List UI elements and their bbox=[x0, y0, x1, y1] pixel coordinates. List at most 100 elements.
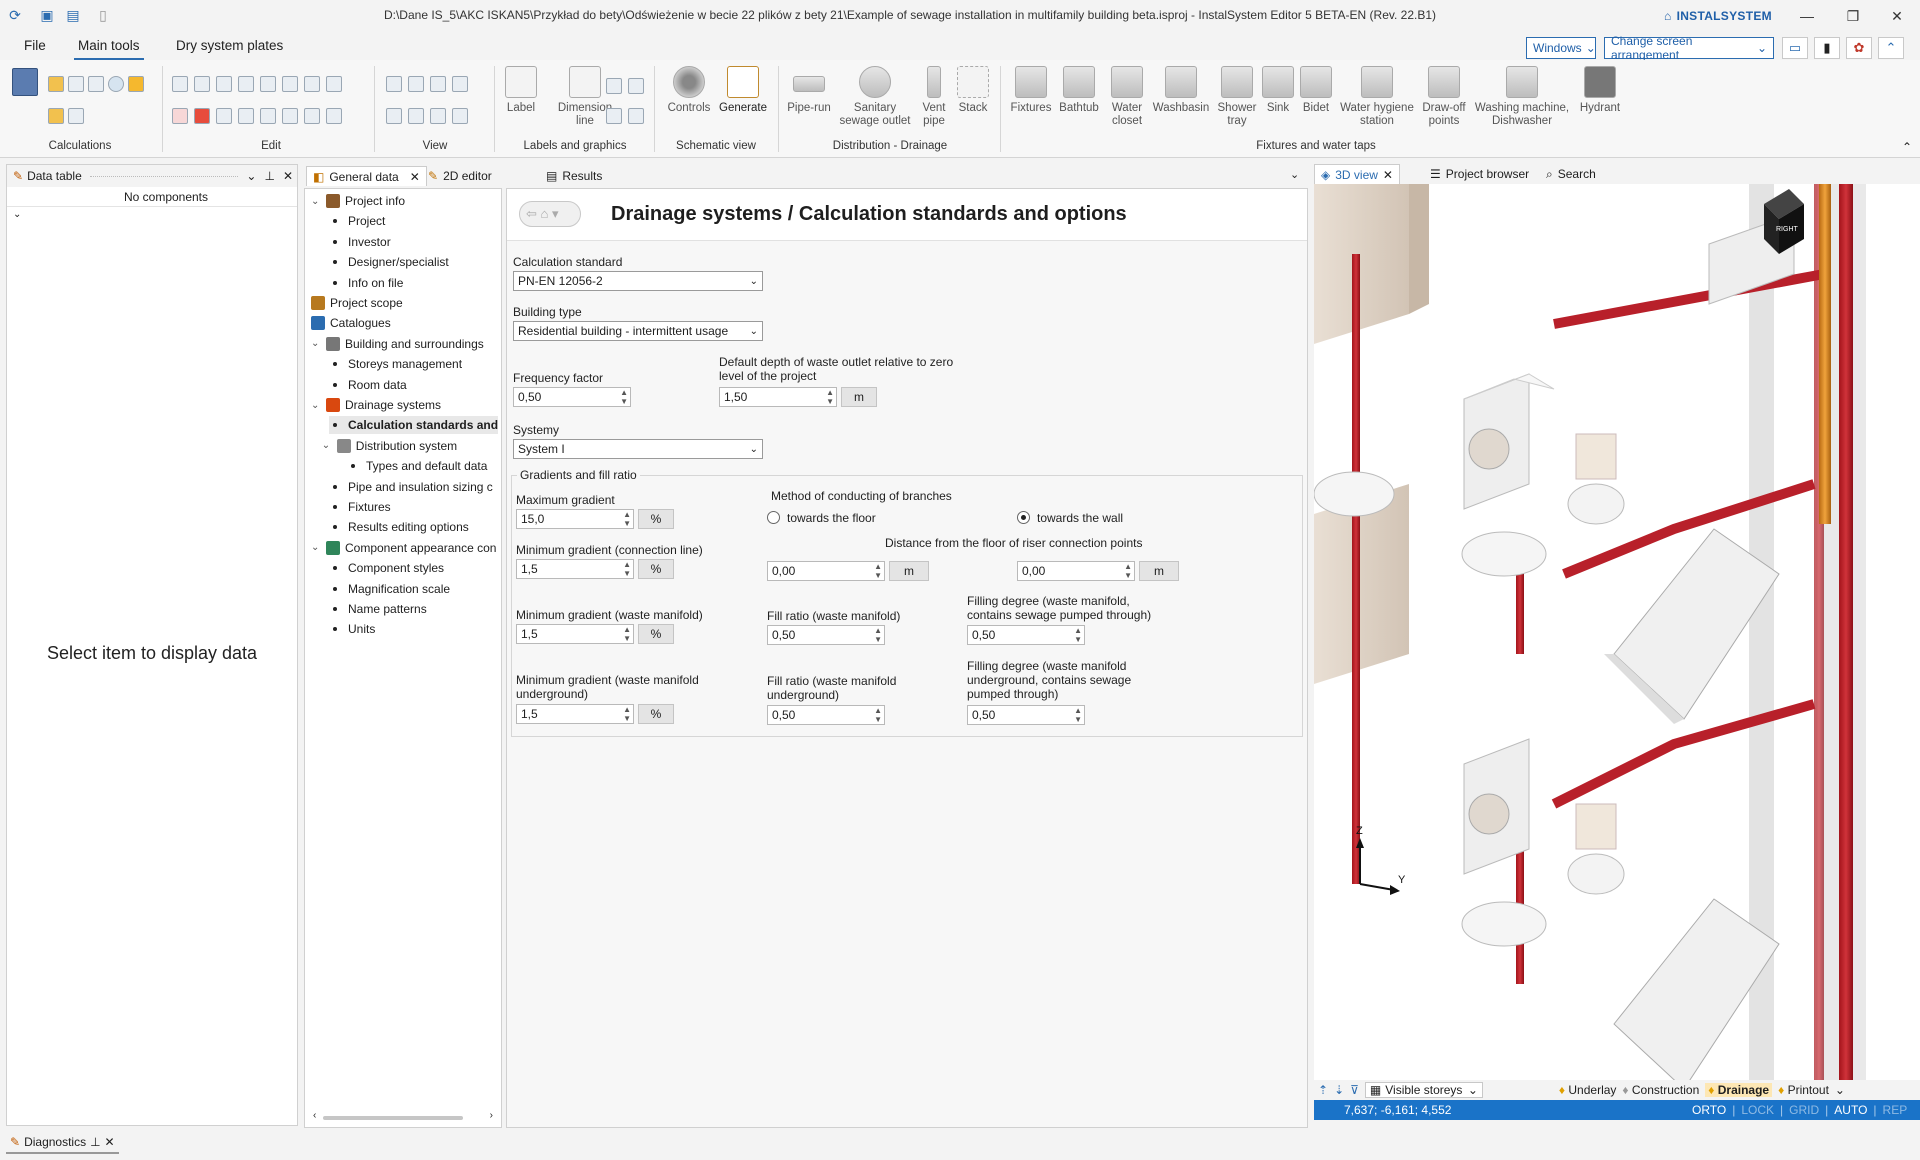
calc-tool-icon[interactable] bbox=[48, 76, 64, 92]
zoom-in-icon[interactable] bbox=[386, 76, 402, 92]
depth-input[interactable]: 1,50 ▲ ▼ bbox=[719, 387, 837, 407]
monitor-icon[interactable]: ▭ bbox=[1782, 37, 1808, 59]
water-closet-button[interactable]: Water closet bbox=[1104, 66, 1150, 128]
tab-dry-system-plates[interactable]: Dry system plates bbox=[172, 38, 287, 60]
close-icon[interactable]: ✕ bbox=[105, 1135, 115, 1149]
fill-under-input[interactable]: 0,50 ▲ ▼ bbox=[767, 705, 885, 725]
tab-3d-view[interactable]: ◈ 3D view ✕ bbox=[1314, 164, 1400, 184]
tree-item[interactable]: Storeys management bbox=[329, 355, 462, 373]
tab-project-browser[interactable]: ☰ Project browser bbox=[1424, 164, 1535, 184]
back-nav-button[interactable]: ⇦ ⌂ ▾ bbox=[519, 201, 581, 227]
chevron-down-icon[interactable]: ⌄ bbox=[1835, 1083, 1845, 1097]
spin-arrows-icon[interactable]: ▲ ▼ bbox=[1074, 626, 1082, 644]
washbasin-button[interactable]: Washbasin bbox=[1152, 66, 1210, 115]
tree-item[interactable]: ⌄ Project info bbox=[311, 192, 405, 210]
flag-rep[interactable]: REP bbox=[1883, 1103, 1908, 1117]
spin-arrows-icon[interactable]: ▲ ▼ bbox=[1124, 562, 1132, 580]
chevron-down-icon[interactable]: ⌄ bbox=[246, 169, 256, 183]
expand-toggle-icon[interactable]: ⌄ bbox=[311, 338, 321, 349]
arrow-down-icon[interactable]: ⇣ bbox=[1334, 1083, 1344, 1097]
spin-arrows-icon[interactable]: ▲ ▼ bbox=[620, 388, 628, 406]
select-icon[interactable] bbox=[326, 108, 342, 124]
min-grad-under-input[interactable]: 1,5 ▲ ▼ bbox=[516, 704, 634, 724]
tree-item[interactable]: Name patterns bbox=[329, 600, 427, 618]
zoom-all-icon[interactable] bbox=[386, 108, 402, 124]
expand-toggle-icon[interactable]: ⌄ bbox=[311, 196, 321, 207]
washing-machine-button[interactable]: Washing machine, Dishwasher bbox=[1472, 66, 1572, 128]
flag-auto[interactable]: AUTO bbox=[1834, 1103, 1867, 1117]
regen-icon[interactable] bbox=[452, 108, 468, 124]
tree-item[interactable]: Types and default data bbox=[347, 457, 487, 475]
spin-arrows-icon[interactable]: ▲ ▼ bbox=[1074, 706, 1082, 724]
delete-icon[interactable] bbox=[194, 108, 210, 124]
hatch-icon[interactable] bbox=[628, 78, 644, 94]
rotate-icon[interactable] bbox=[326, 76, 342, 92]
radio-towards-floor[interactable] bbox=[767, 511, 780, 524]
zoom-extents-icon[interactable] bbox=[452, 76, 468, 92]
trim-icon[interactable] bbox=[282, 108, 298, 124]
pan-icon[interactable] bbox=[430, 108, 446, 124]
paste-icon[interactable] bbox=[194, 76, 210, 92]
stack-button[interactable]: Stack bbox=[954, 66, 992, 115]
layer-underlay[interactable]: ♦ Underlay bbox=[1559, 1083, 1617, 1097]
building-type-select[interactable]: Residential building - intermittent usag… bbox=[513, 321, 763, 341]
distance-input-1[interactable]: 0,00 ▲ ▼ bbox=[767, 561, 885, 581]
drop-icon[interactable] bbox=[108, 76, 124, 92]
radio-towards-wall[interactable] bbox=[1017, 511, 1030, 524]
zoom-out-icon[interactable] bbox=[408, 76, 424, 92]
table-insert-icon[interactable] bbox=[606, 108, 622, 124]
controls-button[interactable]: Controls bbox=[664, 66, 714, 115]
collapse-up-icon[interactable]: ⌃ bbox=[1878, 37, 1904, 59]
calc-standard-select[interactable]: PN-EN 12056-2 ⌄ bbox=[513, 271, 763, 291]
pin-icon[interactable]: ⊥ bbox=[90, 1135, 100, 1149]
tree-item[interactable]: Magnification scale bbox=[329, 580, 450, 598]
tree-item[interactable]: Calculation standards and bbox=[329, 416, 499, 435]
grid-icon[interactable] bbox=[238, 108, 254, 124]
layer-drainage[interactable]: ♦ Drainage bbox=[1705, 1083, 1773, 1097]
tree-item[interactable]: Designer/specialist bbox=[329, 253, 449, 271]
undo-icon[interactable] bbox=[216, 76, 232, 92]
fixtures-button[interactable]: Fixtures bbox=[1008, 66, 1054, 115]
tree-item[interactable]: Units bbox=[329, 620, 375, 638]
phone-icon[interactable]: ▮ bbox=[1814, 37, 1840, 59]
spin-arrows-icon[interactable]: ▲ ▼ bbox=[623, 625, 631, 643]
tree-item[interactable]: Info on file bbox=[329, 274, 403, 292]
tree-item[interactable]: Project bbox=[329, 212, 385, 230]
tree-item[interactable]: ⌄ Component appearance con bbox=[311, 539, 496, 557]
calculator-icon[interactable] bbox=[12, 68, 38, 96]
spin-arrows-icon[interactable]: ▲ ▼ bbox=[623, 705, 631, 723]
move-icon[interactable] bbox=[304, 76, 320, 92]
3d-viewport[interactable]: RIGHT Z Y bbox=[1314, 184, 1920, 1080]
tabs-menu-icon[interactable]: ⌄ bbox=[1290, 168, 1299, 181]
bidet-button[interactable]: Bidet bbox=[1298, 66, 1334, 115]
table-icon[interactable] bbox=[48, 108, 64, 124]
tree-item[interactable]: Investor bbox=[329, 233, 391, 251]
layer-printout[interactable]: ♦ Printout bbox=[1778, 1083, 1829, 1097]
tab-search[interactable]: ⌕ Search bbox=[1540, 164, 1602, 184]
cut-icon[interactable] bbox=[172, 108, 188, 124]
close-icon[interactable]: ✕ bbox=[283, 169, 293, 183]
tree-item[interactable]: Component styles bbox=[329, 559, 444, 577]
tree-item[interactable]: Fixtures bbox=[329, 498, 391, 516]
generate-button[interactable]: Generate bbox=[718, 66, 768, 115]
copy-icon[interactable] bbox=[172, 76, 188, 92]
sink-button[interactable]: Sink bbox=[1262, 66, 1294, 115]
minimize-button[interactable]: — bbox=[1784, 0, 1830, 32]
horizontal-scrollbar[interactable]: ‹ › bbox=[313, 1110, 493, 1123]
sanitary-sewage-outlet-button[interactable]: Sanitary sewage outlet bbox=[836, 66, 914, 128]
filling-under-input[interactable]: 0,50 ▲ ▼ bbox=[967, 705, 1085, 725]
zoom-window-icon[interactable] bbox=[430, 76, 446, 92]
filling-manifold-input[interactable]: 0,50 ▲ ▼ bbox=[967, 625, 1085, 645]
align-icon[interactable] bbox=[260, 76, 276, 92]
shower-tray-button[interactable]: Shower tray bbox=[1212, 66, 1262, 128]
zoom-previous-icon[interactable] bbox=[408, 108, 424, 124]
min-grad-conn-input[interactable]: 1,5 ▲ ▼ bbox=[516, 559, 634, 579]
spin-arrows-icon[interactable]: ▲ ▼ bbox=[623, 560, 631, 578]
collapse-ribbon-icon[interactable]: ⌃ bbox=[1902, 140, 1912, 154]
close-tab-icon[interactable]: ✕ bbox=[410, 170, 420, 184]
filter-icon[interactable]: ⊽ bbox=[1350, 1083, 1359, 1097]
close-window-button[interactable]: ✕ bbox=[1874, 0, 1920, 32]
spin-arrows-icon[interactable]: ▲ ▼ bbox=[874, 562, 882, 580]
systemy-select[interactable]: System I ⌄ bbox=[513, 439, 763, 459]
tree-item[interactable]: Room data bbox=[329, 376, 407, 394]
